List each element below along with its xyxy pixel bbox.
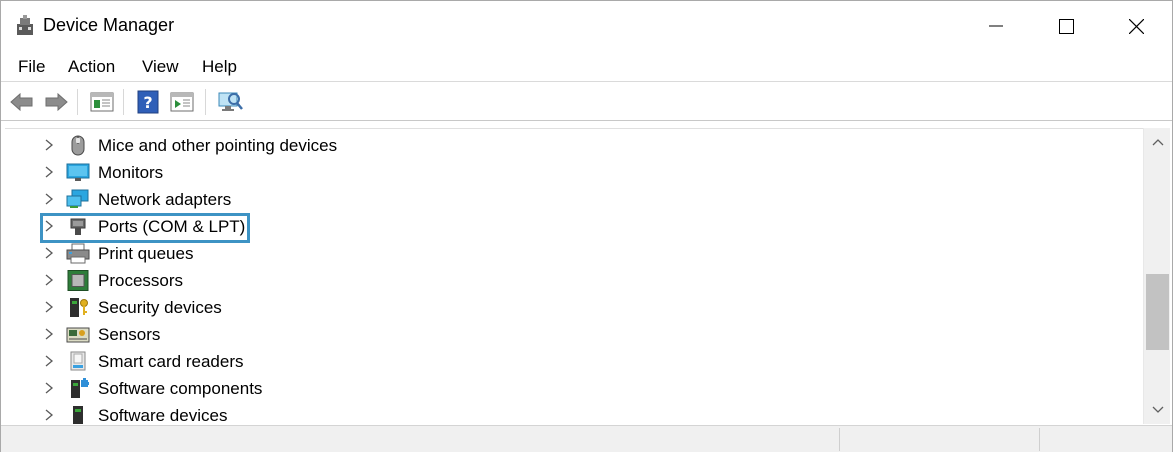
sensor-icon <box>66 327 90 343</box>
tree-item-label: Software components <box>98 379 263 398</box>
toolbar-separator <box>205 89 206 115</box>
tree-item-label: Monitors <box>98 163 164 182</box>
chevron-right-icon[interactable] <box>43 381 55 395</box>
tree-item-software-devices[interactable]: Software devices <box>5 402 1135 424</box>
tree-item-processors[interactable]: Processors <box>5 267 1135 294</box>
help-button[interactable]: ? <box>135 89 161 115</box>
tree-item-software-components[interactable]: Software components <box>5 375 1135 402</box>
close-icon <box>1128 18 1144 34</box>
software-component-icon <box>71 378 89 398</box>
chevron-right-icon[interactable] <box>43 408 55 422</box>
tree-item-network-adapters[interactable]: Network adapters <box>5 186 1135 213</box>
window-title: Device Manager <box>43 15 175 35</box>
port-icon <box>70 218 86 235</box>
chevron-right-icon[interactable] <box>43 300 55 314</box>
tree-item-label: Processors <box>98 271 184 290</box>
tree-item-monitors[interactable]: Monitors <box>5 159 1135 186</box>
tree-item-print-queues[interactable]: Print queues <box>5 240 1135 267</box>
properties-icon <box>170 92 194 112</box>
back-arrow-icon <box>10 92 33 112</box>
scroll-down-button[interactable] <box>1144 396 1171 424</box>
chevron-down-icon <box>1152 406 1163 413</box>
chevron-up-icon <box>1152 139 1163 146</box>
toolbar: ? <box>1 83 1172 121</box>
vertical-scrollbar[interactable] <box>1143 128 1170 424</box>
minimize-icon <box>989 25 1003 27</box>
show-hide-console-tree-button[interactable] <box>89 89 115 115</box>
network-adapter-icon <box>66 189 89 208</box>
device-manager-app-icon <box>17 15 33 35</box>
maximize-button[interactable] <box>1031 1 1101 51</box>
tree-item-label: Ports (COM & LPT) <box>98 217 246 236</box>
back-button[interactable] <box>9 89 35 115</box>
close-button[interactable] <box>1101 1 1171 51</box>
printer-icon <box>66 243 90 264</box>
title-bar[interactable]: Device Manager <box>1 1 1172 51</box>
tree-item-label: Smart card readers <box>98 352 244 371</box>
chevron-right-icon[interactable] <box>43 165 55 179</box>
scan-hardware-icon <box>218 92 243 111</box>
svg-text:?: ? <box>143 93 152 112</box>
monitor-icon <box>66 163 90 181</box>
tree-item-mice[interactable]: Mice and other pointing devices <box>5 132 1135 159</box>
menu-action[interactable]: Action <box>68 57 115 77</box>
menu-file[interactable]: File <box>18 57 45 77</box>
processor-icon <box>67 270 89 291</box>
software-device-icon <box>73 406 83 424</box>
status-bar <box>1 425 1172 452</box>
security-device-icon <box>70 298 88 317</box>
toolbar-separator <box>123 89 124 115</box>
properties-button[interactable] <box>169 89 195 115</box>
status-bar-divider <box>1039 428 1040 451</box>
menu-view[interactable]: View <box>142 57 179 77</box>
tree-item-label: Security devices <box>98 298 222 317</box>
scrollbar-thumb[interactable] <box>1146 274 1169 350</box>
tree-item-label: Software devices <box>98 406 228 424</box>
console-tree-icon <box>90 92 114 112</box>
help-icon: ? <box>137 90 159 114</box>
chevron-right-icon[interactable] <box>43 246 55 260</box>
status-bar-divider <box>839 428 840 451</box>
tree-item-sensors[interactable]: Sensors <box>5 321 1135 348</box>
chevron-right-icon[interactable] <box>43 138 55 152</box>
toolbar-separator <box>77 89 78 115</box>
chevron-right-icon[interactable] <box>43 219 55 233</box>
scroll-up-button[interactable] <box>1144 128 1171 156</box>
mouse-icon <box>71 135 85 156</box>
device-tree[interactable]: Mice and other pointing devices Monitors… <box>5 128 1143 424</box>
tree-item-label: Print queues <box>98 244 194 263</box>
tree-item-label: Network adapters <box>98 190 232 209</box>
device-manager-window: Device Manager File Action View Help ? M… <box>0 0 1173 452</box>
forward-button[interactable] <box>43 89 69 115</box>
tree-item-label: Mice and other pointing devices <box>98 136 338 155</box>
minimize-button[interactable] <box>961 1 1031 51</box>
chevron-right-icon[interactable] <box>43 354 55 368</box>
tree-item-smart-card-readers[interactable]: Smart card readers <box>5 348 1135 375</box>
menu-bar: File Action View Help <box>1 51 1172 82</box>
chevron-right-icon[interactable] <box>43 273 55 287</box>
menu-help[interactable]: Help <box>202 57 237 77</box>
chevron-right-icon[interactable] <box>43 327 55 341</box>
tree-item-ports[interactable]: Ports (COM & LPT) <box>5 213 1135 240</box>
tree-item-label: Sensors <box>98 325 161 344</box>
scan-hardware-changes-button[interactable] <box>217 89 243 115</box>
forward-arrow-icon <box>45 92 68 112</box>
tree-item-security-devices[interactable]: Security devices <box>5 294 1135 321</box>
smart-card-reader-icon <box>70 351 86 371</box>
chevron-right-icon[interactable] <box>43 192 55 206</box>
maximize-icon <box>1058 18 1074 34</box>
